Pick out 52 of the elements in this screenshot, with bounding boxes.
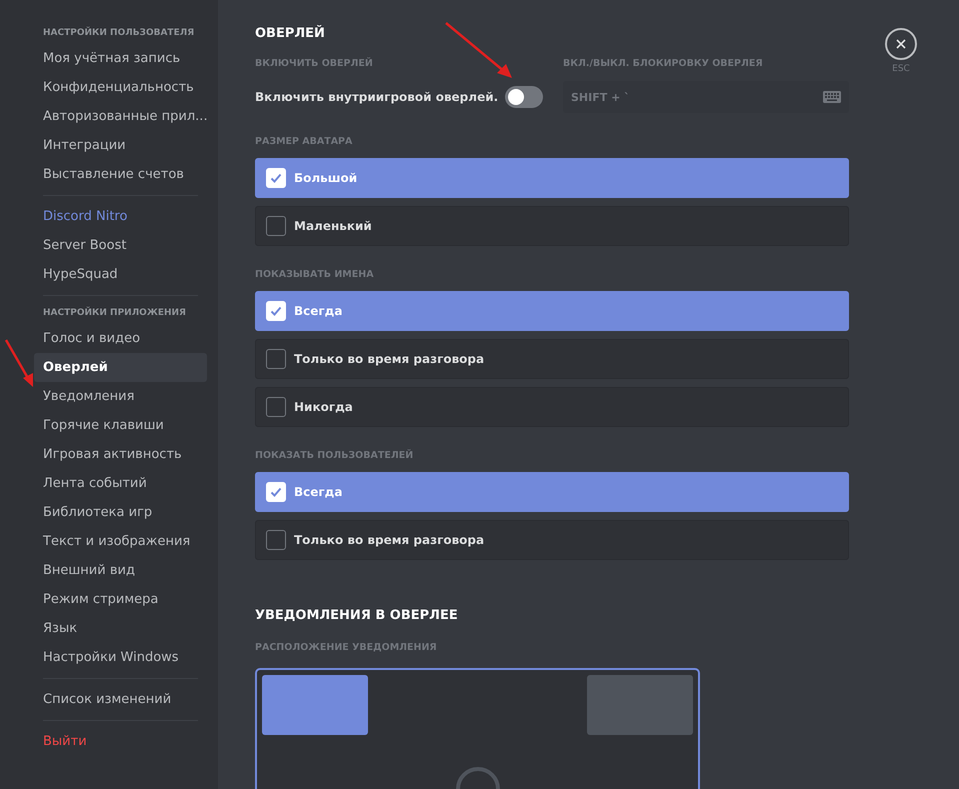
checkbox[interactable] — [266, 349, 286, 369]
sidebar-item[interactable]: Server Boost — [34, 231, 207, 260]
keyboard-icon[interactable] — [823, 91, 841, 103]
field-label: ВКЛ./ВЫКЛ. БЛОКИРОВКУ ОВЕРЛЕЯ — [563, 57, 764, 71]
sidebar-item[interactable]: Режим стримера — [34, 585, 207, 614]
section-header: НАСТРОЙКИ ПОЛЬЗОВАТЕЛЯ — [42, 26, 196, 40]
sidebar-item[interactable]: Горячие клавиши — [34, 411, 207, 440]
sidebar-item[interactable]: Язык — [34, 614, 207, 643]
checkbox[interactable] — [266, 216, 286, 236]
close-icon — [895, 38, 907, 50]
field-label: РАСПОЛОЖЕНИЕ УВЕДОМЛЕНИЯ — [255, 641, 438, 655]
section-title: УВЕДОМЛЕНИЯ В ОВЕРЛЕЕ — [255, 608, 459, 625]
group-label: ПОКАЗАТЬ ПОЛЬЗОВАТЕЛЕЙ — [255, 448, 414, 463]
arrow-annotation — [4, 339, 33, 387]
checkbox[interactable] — [266, 397, 286, 417]
sidebar-item[interactable]: Конфиденциальность — [34, 73, 207, 102]
radio-option[interactable]: Маленький — [255, 206, 849, 246]
radio-option[interactable]: Только во время разговора — [255, 520, 849, 560]
field-label: ВКЛЮЧИТЬ ОВЕРЛЕЙ — [255, 56, 374, 71]
toggle-label: Включить внутриигровой оверлей. — [255, 90, 498, 104]
sidebar-item[interactable]: Игровая активность — [34, 440, 207, 469]
sidebar-item[interactable]: Моя учётная запись — [34, 44, 207, 73]
sidebar-item[interactable]: Авторизованные прил... — [34, 102, 207, 131]
sidebar-item[interactable]: Выйти — [34, 727, 207, 756]
keybind-value: SHIFT + ` — [571, 90, 630, 104]
radio-option[interactable]: Никогда — [255, 387, 849, 427]
sidebar-item[interactable]: Настройки Windows — [34, 643, 207, 672]
arrow-annotation — [445, 22, 512, 78]
section-header: НАСТРОЙКИ ПРИЛОЖЕНИЯ — [42, 306, 187, 320]
radio-option[interactable]: Только во время разговора — [255, 339, 849, 379]
close-button[interactable] — [885, 28, 917, 60]
group-label: ПОКАЗЫВАТЬ ИМЕНА — [255, 268, 375, 282]
sidebar-item[interactable]: Уведомления — [34, 382, 207, 411]
sidebar-item[interactable]: Список изменений — [34, 685, 207, 714]
checkbox[interactable] — [266, 530, 286, 550]
check-icon — [269, 485, 283, 499]
sidebar-item[interactable]: Оверлей — [34, 353, 207, 382]
sidebar-item[interactable]: Интеграции — [34, 131, 207, 160]
sidebar-item[interactable]: Библиотека игр — [34, 498, 207, 527]
check-icon — [269, 171, 283, 185]
sidebar-item[interactable]: Голос и видео — [34, 324, 207, 353]
section-title: ОВЕРЛЕЙ — [255, 26, 326, 43]
sidebar-item[interactable]: HypeSquad — [34, 260, 207, 289]
group-label: РАЗМЕР АВАТАРА — [255, 135, 354, 149]
toggle-switch[interactable] — [505, 86, 543, 108]
sidebar-item[interactable]: Лента событий — [34, 469, 207, 498]
sidebar-item[interactable]: Текст и изображения — [34, 527, 207, 556]
sidebar-item[interactable]: Внешний вид — [34, 556, 207, 585]
sidebar-item[interactable]: Discord Nitro — [34, 202, 207, 231]
check-icon — [269, 304, 283, 318]
close-hint: ESC — [892, 64, 910, 74]
sidebar-item[interactable]: Выставление счетов — [34, 160, 207, 189]
